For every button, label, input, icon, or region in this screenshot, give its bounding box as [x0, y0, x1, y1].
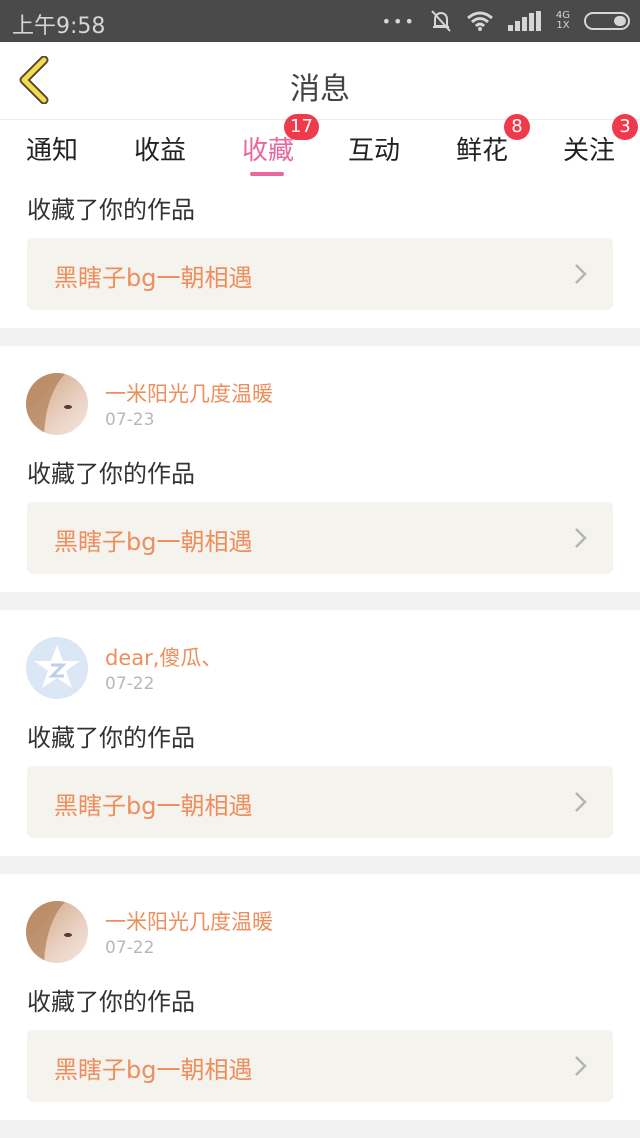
chevron-right-icon — [575, 1056, 587, 1076]
header: 消息 — [0, 42, 640, 120]
active-tab-indicator — [250, 172, 284, 176]
chevron-right-icon — [575, 792, 587, 812]
tab-interactions[interactable]: 互动 — [348, 130, 400, 167]
work-link[interactable]: 黑瞎子bg一朝相遇 — [27, 766, 613, 838]
work-link[interactable]: 黑瞎子bg一朝相遇 — [27, 238, 613, 310]
photo-avatar-icon — [26, 901, 88, 963]
feed-item: 一米阳光几度温暖 07-22 收藏了你的作品 黑瞎子bg一朝相遇 — [0, 874, 640, 1120]
work-title: 黑瞎子bg一朝相遇 — [54, 264, 253, 292]
chevron-right-icon — [575, 264, 587, 284]
feed-item: 收藏了你的作品 黑瞎子bg一朝相遇 — [0, 178, 640, 328]
tab-follows[interactable]: 关注 — [563, 130, 615, 167]
favorites-badge: 17 — [284, 114, 319, 140]
avatar[interactable] — [26, 901, 88, 963]
page-title: 消息 — [290, 72, 350, 107]
tab-favorites[interactable]: 收藏 — [242, 130, 294, 167]
work-title: 黑瞎子bg一朝相遇 — [54, 1056, 253, 1084]
tab-bar: 通知 收益 收藏 17 互动 鲜花 8 关注 3 — [0, 114, 640, 178]
chevron-right-icon — [575, 528, 587, 548]
feed-date: 07-22 — [105, 674, 155, 694]
status-bar: 上午9:58 ••• 4G 1X — [0, 0, 640, 42]
separator — [0, 856, 640, 874]
default-star-avatar-icon — [26, 637, 88, 699]
user-name[interactable]: dear,傻瓜、 — [105, 642, 222, 672]
feed-date: 07-22 — [105, 938, 155, 958]
tab-flowers[interactable]: 鲜花 — [456, 130, 508, 167]
feed-action-text: 收藏了你的作品 — [27, 196, 195, 224]
work-link[interactable]: 黑瞎子bg一朝相遇 — [27, 1030, 613, 1102]
status-icons: ••• 4G 1X — [382, 8, 630, 34]
separator — [0, 592, 640, 610]
photo-avatar-icon — [26, 373, 88, 435]
signal-icon — [507, 11, 541, 31]
avatar[interactable] — [26, 373, 88, 435]
work-link[interactable]: 黑瞎子bg一朝相遇 — [27, 502, 613, 574]
user-name[interactable]: 一米阳光几度温暖 — [105, 906, 273, 936]
work-title: 黑瞎子bg一朝相遇 — [54, 792, 253, 820]
feed-item: dear,傻瓜、 07-22 收藏了你的作品 黑瞎子bg一朝相遇 — [0, 610, 640, 856]
follows-badge: 3 — [612, 114, 638, 140]
feed-list: 收藏了你的作品 黑瞎子bg一朝相遇 一米阳光几度温暖 07-23 收藏了你的作品… — [0, 178, 640, 1138]
feed-action-text: 收藏了你的作品 — [27, 988, 195, 1016]
network-type: 4G 1X — [556, 11, 570, 31]
wifi-icon — [466, 11, 493, 31]
separator — [0, 328, 640, 346]
user-name[interactable]: 一米阳光几度温暖 — [105, 378, 273, 408]
status-time: 上午9:58 — [12, 14, 106, 39]
feed-action-text: 收藏了你的作品 — [27, 460, 195, 488]
separator — [0, 1120, 640, 1138]
work-title: 黑瞎子bg一朝相遇 — [54, 528, 253, 556]
feed-item: 一米阳光几度温暖 07-23 收藏了你的作品 黑瞎子bg一朝相遇 — [0, 346, 640, 592]
feed-date: 07-23 — [105, 410, 155, 430]
more-dots-icon: ••• — [381, 11, 416, 31]
flowers-badge: 8 — [504, 114, 530, 140]
network-bottom: 1X — [556, 20, 570, 31]
tab-notifications[interactable]: 通知 — [26, 130, 78, 167]
battery-icon — [584, 12, 630, 30]
tab-earnings[interactable]: 收益 — [134, 130, 186, 167]
mute-bell-icon — [431, 10, 451, 32]
avatar[interactable] — [26, 637, 88, 699]
feed-action-text: 收藏了你的作品 — [27, 724, 195, 752]
